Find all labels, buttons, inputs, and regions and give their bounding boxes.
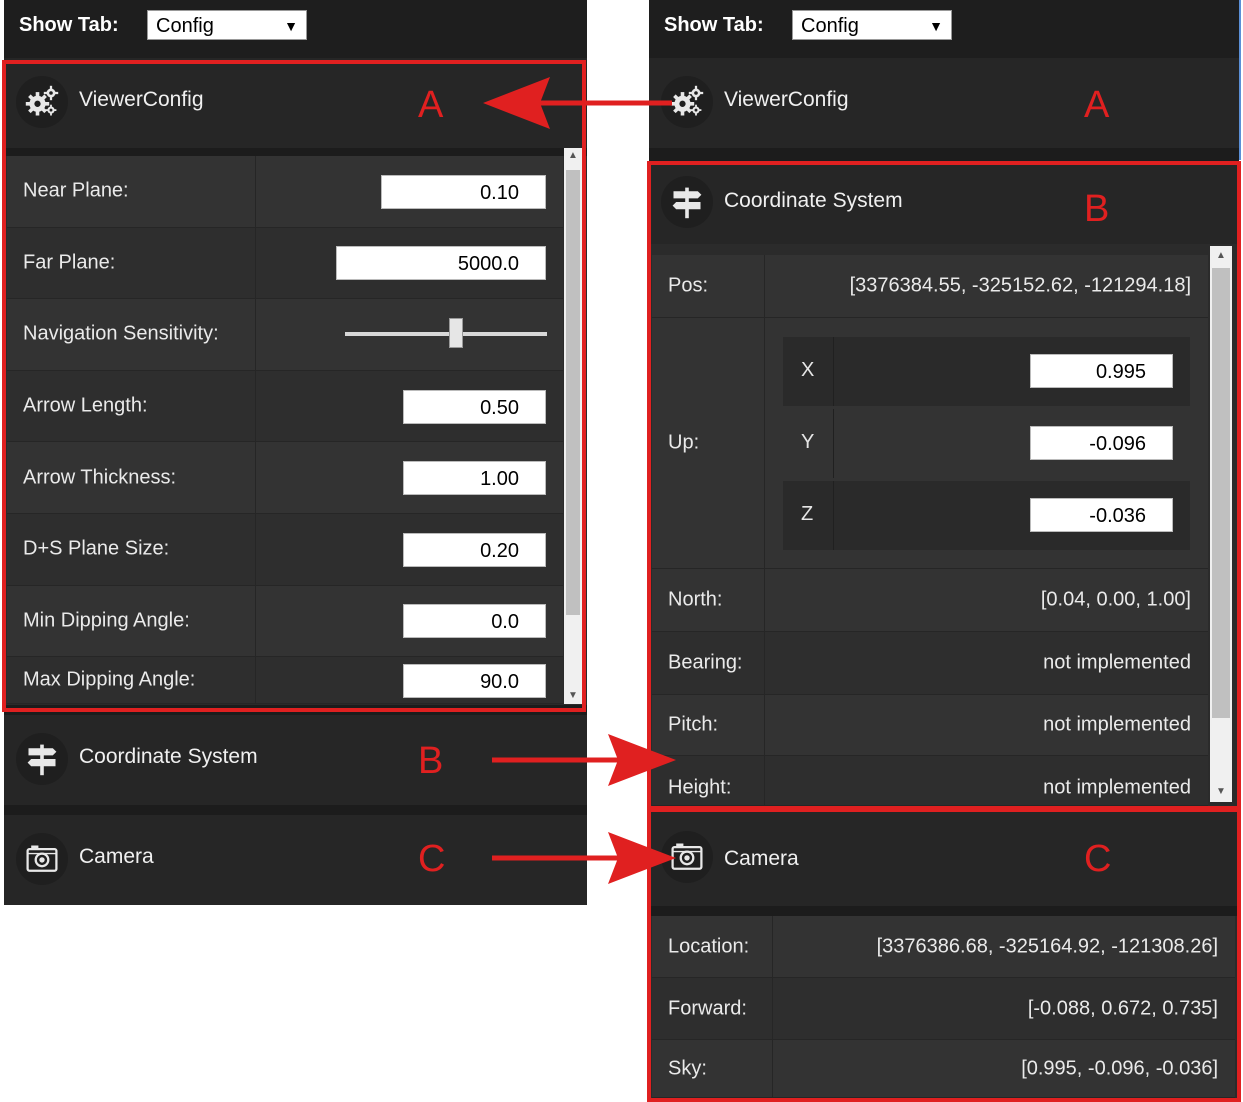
arrow-a (483, 77, 672, 129)
annotation-arrows (483, 77, 676, 884)
arrow-c (492, 832, 676, 884)
arrow-b (492, 734, 676, 786)
